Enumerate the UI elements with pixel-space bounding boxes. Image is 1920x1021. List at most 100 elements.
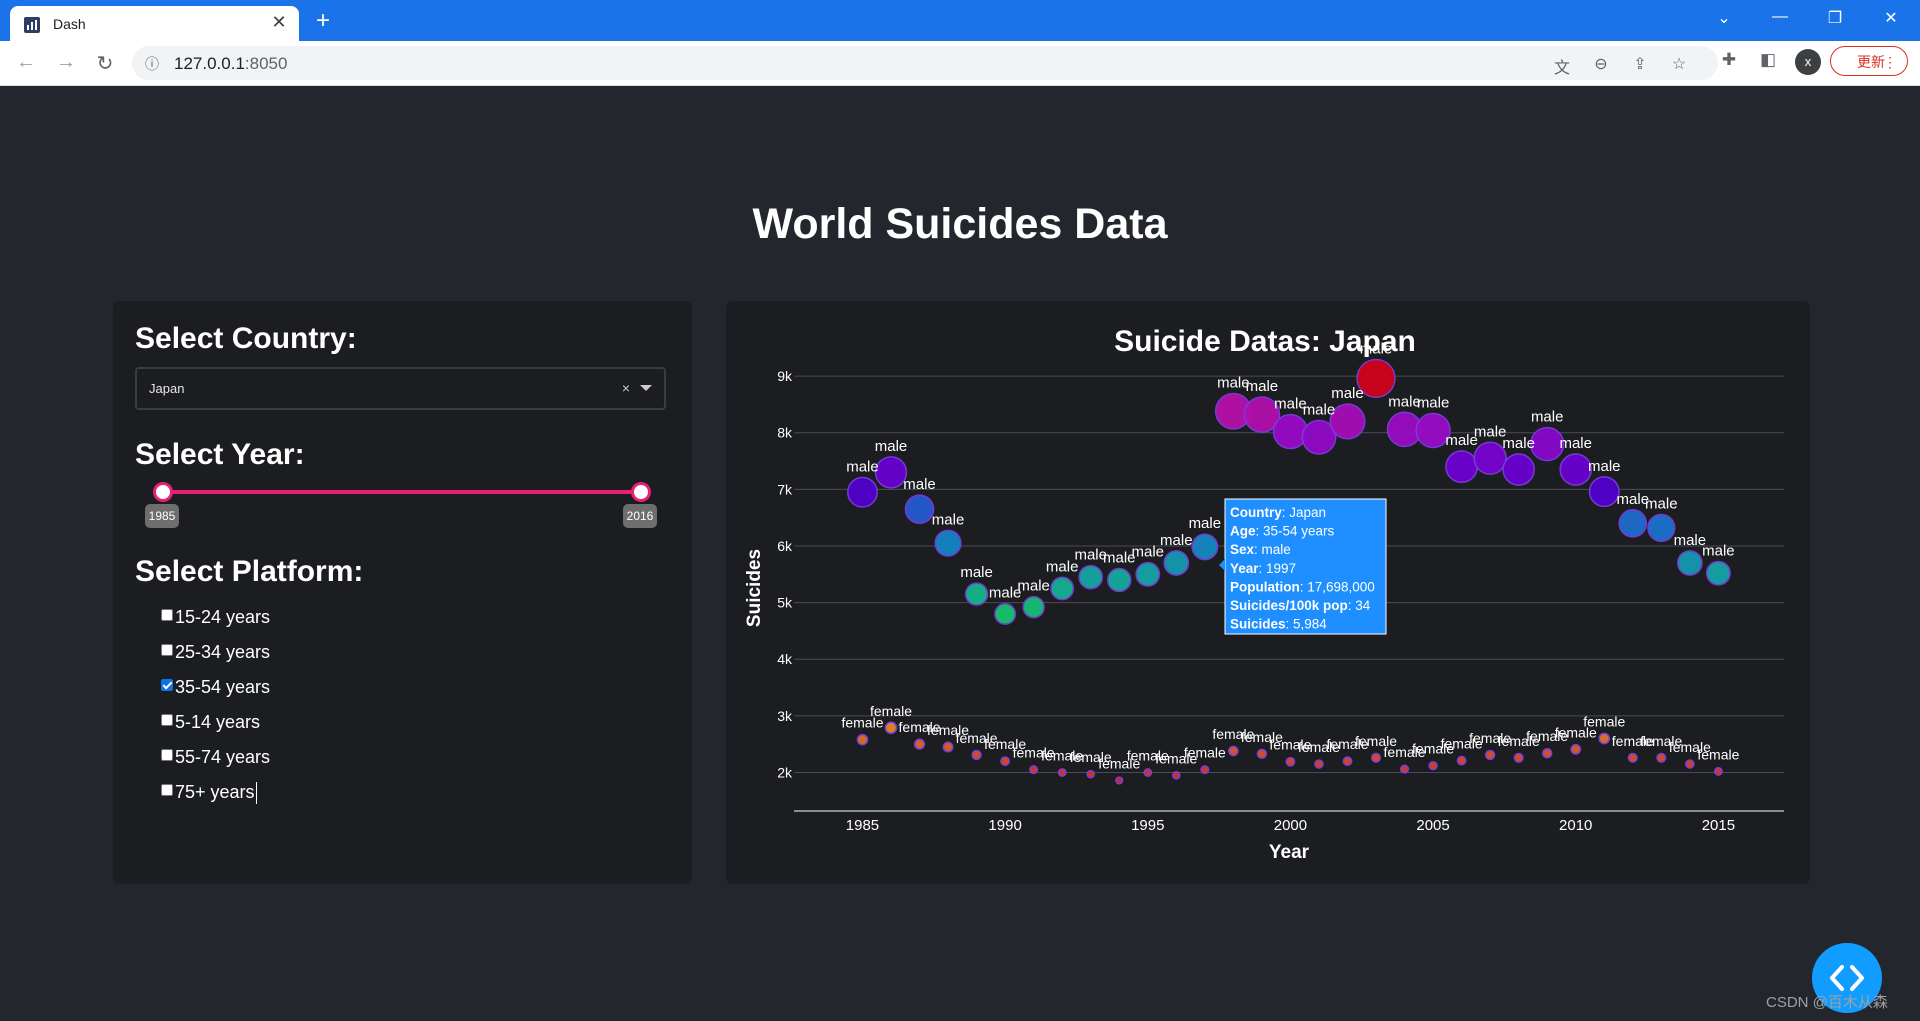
zoom-icon[interactable]: ⊖	[1590, 54, 1612, 74]
year-slider-max-handle[interactable]	[631, 482, 651, 502]
female-point[interactable]	[1484, 749, 1496, 761]
hover-tooltip-row: Age: 35-54 years	[1230, 524, 1335, 539]
site-info-icon[interactable]: ⓘ	[145, 54, 159, 74]
platform-option[interactable]: 15-24 years	[161, 600, 270, 635]
female-point[interactable]	[1598, 732, 1611, 745]
platform-option[interactable]: 55-74 years	[161, 740, 270, 775]
profile-avatar[interactable]: x	[1795, 49, 1821, 75]
platform-option-label: 25-34 years	[175, 642, 271, 662]
male-point[interactable]	[1559, 453, 1593, 486]
translate-icon[interactable]: 文	[1551, 54, 1573, 78]
clear-icon[interactable]: ×	[622, 380, 630, 396]
female-point[interactable]	[942, 741, 954, 753]
female-point[interactable]	[856, 733, 869, 746]
close-tab-icon[interactable]: ✕	[269, 12, 289, 33]
male-point[interactable]	[1677, 550, 1703, 576]
female-point[interactable]	[1342, 756, 1353, 767]
checkbox[interactable]	[161, 783, 173, 796]
browser-tab[interactable]: Dash ✕	[10, 6, 299, 41]
female-point[interactable]	[1570, 743, 1582, 755]
male-point[interactable]	[1163, 550, 1190, 576]
female-point[interactable]	[971, 749, 982, 761]
female-point[interactable]	[1656, 752, 1667, 763]
female-point[interactable]	[1713, 766, 1723, 776]
female-point[interactable]	[1143, 768, 1153, 777]
female-point[interactable]	[1285, 756, 1296, 767]
male-point[interactable]	[874, 456, 908, 489]
female-point[interactable]	[1513, 752, 1524, 763]
new-tab-icon[interactable]: +	[316, 7, 330, 35]
chevron-down-icon[interactable]	[640, 385, 652, 391]
female-point[interactable]	[1171, 771, 1181, 780]
female-point[interactable]	[884, 721, 898, 735]
female-point[interactable]	[1200, 765, 1210, 775]
female-point[interactable]	[1314, 759, 1324, 769]
female-point[interactable]	[1428, 760, 1438, 771]
female-point[interactable]	[1399, 764, 1410, 774]
year-slider-min-handle[interactable]	[153, 482, 173, 502]
side-panel-icon[interactable]: ◧	[1756, 50, 1780, 70]
y-tick-label: 6k	[777, 538, 793, 554]
share-icon[interactable]: ⇪	[1629, 54, 1651, 74]
female-point[interactable]	[1541, 747, 1553, 759]
checkbox[interactable]	[161, 643, 173, 656]
male-point[interactable]	[1445, 450, 1479, 484]
address-bar[interactable]: ⓘ 127.0.0.1:8050 文 ⊖ ⇪ ☆	[132, 46, 1718, 80]
country-dropdown[interactable]: Japan ×	[135, 367, 666, 410]
female-point[interactable]	[1685, 759, 1695, 769]
male-point[interactable]	[1588, 476, 1620, 508]
male-point[interactable]	[1050, 576, 1075, 601]
female-point[interactable]	[1456, 755, 1467, 766]
reload-icon[interactable]: ↻	[93, 51, 117, 76]
platform-option[interactable]: 35-54 years	[161, 670, 270, 705]
platform-option[interactable]: 5-14 years	[161, 705, 270, 740]
female-point[interactable]	[1228, 745, 1239, 757]
male-point[interactable]	[1272, 413, 1309, 450]
male-point[interactable]	[847, 476, 878, 508]
male-point[interactable]	[1135, 561, 1161, 587]
male-point[interactable]	[1502, 453, 1535, 486]
male-point[interactable]	[1473, 441, 1507, 475]
y-tick-label: 7k	[777, 481, 793, 497]
platform-option-label: 75+ years	[175, 782, 255, 802]
male-point[interactable]	[1705, 560, 1731, 586]
female-point[interactable]	[1115, 776, 1124, 785]
female-point[interactable]	[1029, 765, 1039, 775]
male-point[interactable]	[964, 582, 989, 606]
male-point[interactable]	[934, 529, 962, 557]
male-point[interactable]	[1329, 403, 1366, 440]
window-close-icon[interactable]: ✕	[1876, 8, 1906, 28]
back-icon[interactable]: ←	[14, 51, 38, 74]
male-point[interactable]	[1191, 533, 1219, 561]
female-point[interactable]	[1057, 768, 1067, 777]
year-range-slider[interactable]	[162, 490, 640, 494]
female-point[interactable]	[1000, 756, 1011, 767]
male-point[interactable]	[994, 602, 1017, 625]
male-point[interactable]	[1107, 567, 1132, 593]
minimize-icon[interactable]: —	[1765, 8, 1795, 26]
female-point[interactable]	[1370, 752, 1382, 763]
checkbox[interactable]	[161, 608, 173, 621]
forward-icon[interactable]: →	[54, 51, 78, 74]
bookmark-star-icon[interactable]: ☆	[1668, 54, 1690, 74]
female-point[interactable]	[1627, 752, 1638, 763]
checkbox[interactable]	[161, 678, 173, 691]
tab-search-icon[interactable]: ⌄	[1709, 8, 1739, 28]
male-point[interactable]	[904, 494, 935, 525]
male-point[interactable]	[1022, 595, 1045, 619]
x-tick-label: 1995	[1131, 817, 1164, 834]
platform-option[interactable]: 25-34 years	[161, 635, 270, 670]
extensions-icon[interactable]: ✚	[1717, 50, 1741, 70]
restore-icon[interactable]: ❐	[1820, 8, 1850, 28]
male-point[interactable]	[1618, 509, 1648, 538]
female-point[interactable]	[1256, 748, 1268, 760]
suicide-scatter-chart[interactable]: Suicide Datas: Japan 2k3k4k5k6k7k8k9k 19…	[726, 301, 1810, 884]
female-point[interactable]	[1086, 769, 1096, 779]
checkbox[interactable]	[161, 748, 173, 761]
female-point[interactable]	[913, 738, 926, 750]
male-point[interactable]	[1078, 564, 1104, 590]
platform-option[interactable]: 75+ years	[161, 775, 270, 810]
male-point[interactable]	[1647, 513, 1676, 543]
checkbox[interactable]	[161, 713, 173, 726]
update-button[interactable]: 更新 ⋮	[1830, 46, 1908, 76]
